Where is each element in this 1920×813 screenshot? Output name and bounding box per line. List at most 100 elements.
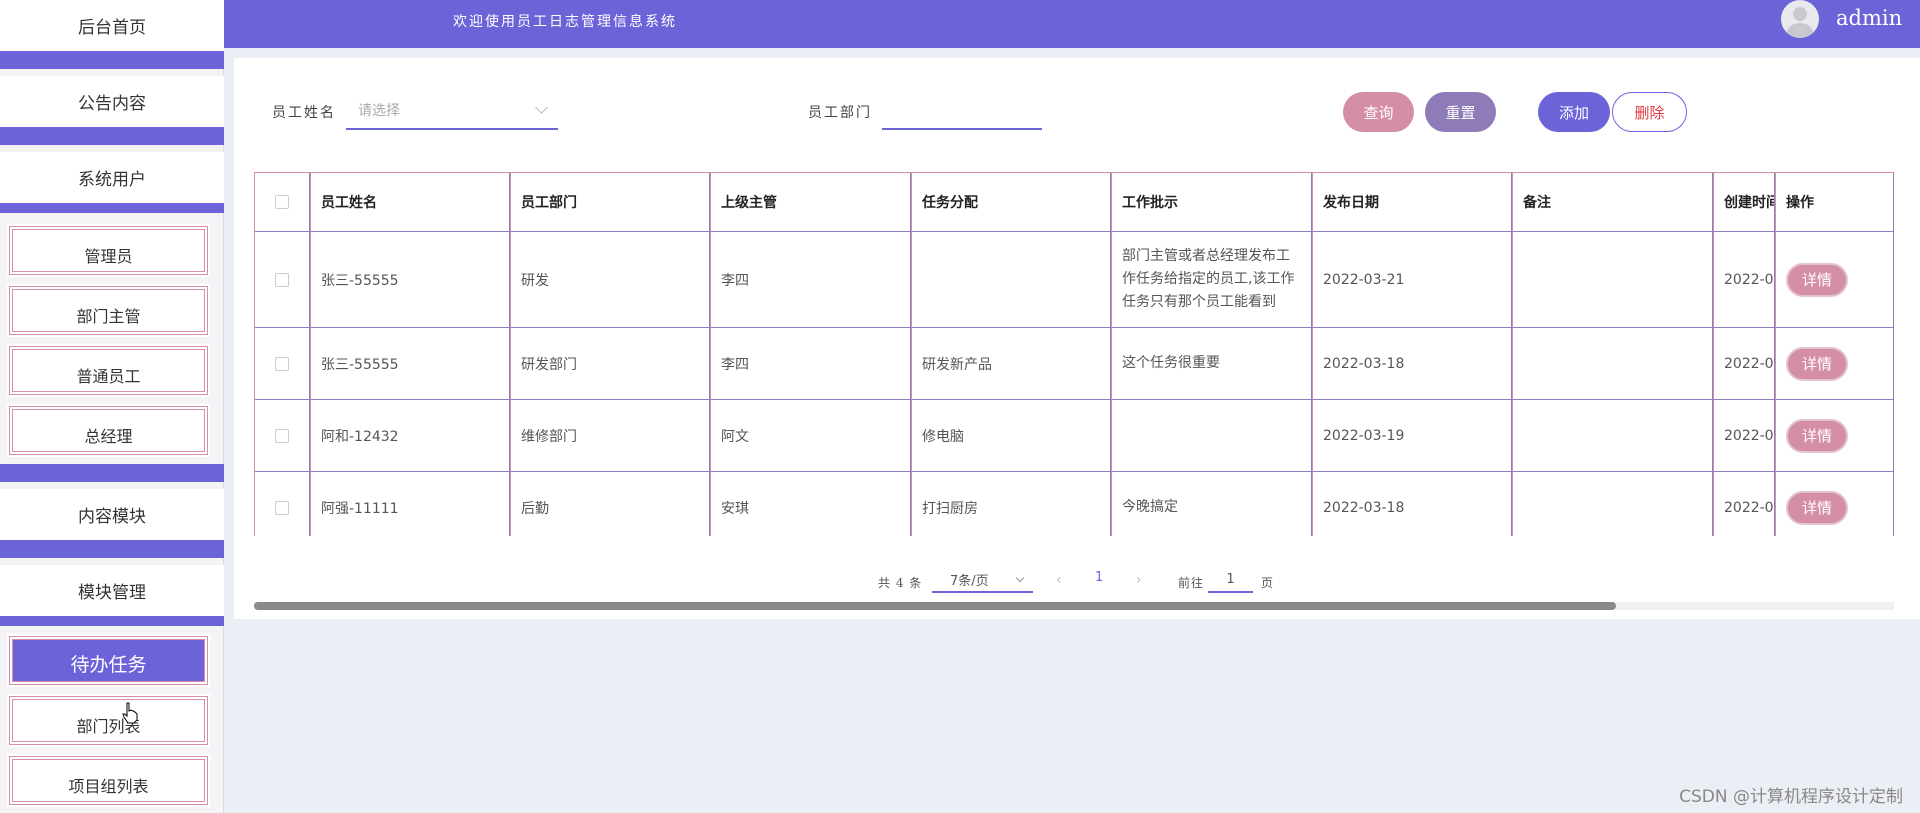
chevron-down-icon (535, 101, 548, 114)
cell-created-time: 2022-0 (1713, 328, 1775, 400)
watermark-text: CSDN @计算机程序设计定制 (1679, 787, 1903, 807)
column-header[interactable]: 员工部门 (510, 172, 710, 232)
select-all-checkbox[interactable] (275, 195, 289, 209)
sidebar-divider (0, 464, 224, 482)
cell-department: 研发部门 (510, 328, 710, 400)
cell-department: 维修部门 (510, 400, 710, 472)
main-panel: 员工姓名 请选择 员工部门 查询 重置 添加 删除 员工姓名 员工部门 上级主管… (234, 58, 1920, 619)
detail-button[interactable]: 详情 (1786, 346, 1848, 381)
cell-employee-name: 阿和-12432 (310, 400, 510, 472)
sidebar-divider (0, 616, 224, 626)
sidebar-subitem-admin[interactable]: 管理员 (7, 224, 210, 277)
sidebar-subitem-project-group-list[interactable]: 项目组列表 (7, 754, 210, 807)
employee-dept-label: 员工部门 (808, 105, 872, 121)
sidebar-subitem-employee[interactable]: 普通员工 (7, 344, 210, 397)
cell-supervisor: 李四 (710, 232, 911, 328)
page-number-current[interactable]: 1 (1095, 570, 1103, 585)
table-row: 阿强-11111 后勤 安琪 打扫厨房 今晚搞定 2022-03-18 2022… (254, 472, 1894, 536)
cell-instruction: 部门主管或者总经理发布工作任务给指定的员工,该工作任务只有那个员工能看到 (1111, 232, 1312, 328)
column-header: 操作 (1775, 172, 1894, 232)
cell-supervisor: 李四 (710, 328, 911, 400)
page-size-select[interactable]: 7条/页 (932, 567, 1033, 593)
user-name[interactable]: admin (1836, 6, 1902, 30)
employee-dept-input[interactable] (882, 92, 1042, 130)
sidebar-divider (0, 51, 224, 69)
cell-task: 打扫厨房 (911, 472, 1111, 536)
cell-employee-name: 阿强-11111 (310, 472, 510, 536)
sidebar-item-content-module[interactable]: 内容模块 (0, 489, 224, 540)
sidebar: 后台首页 公告内容 系统用户 管理员 部门主管 普通员工 总经理 内容模块 模块… (0, 0, 224, 813)
page-size-value: 7条/页 (950, 573, 989, 589)
detail-button[interactable]: 详情 (1786, 262, 1848, 297)
cell-publish-date: 2022-03-21 (1312, 232, 1512, 328)
cell-remark (1512, 328, 1713, 400)
reset-button[interactable]: 重置 (1425, 92, 1496, 132)
employee-name-label: 员工姓名 (272, 105, 336, 121)
select-placeholder: 请选择 (358, 103, 400, 119)
cell-created-time: 2022-0 (1713, 232, 1775, 328)
detail-button[interactable]: 详情 (1786, 490, 1848, 525)
column-header[interactable]: 任务分配 (911, 172, 1111, 232)
row-checkbox[interactable] (275, 272, 289, 287)
cell-remark (1512, 400, 1713, 472)
sidebar-item-module-manage[interactable]: 模块管理 (0, 565, 224, 616)
cell-department: 研发 (510, 232, 710, 328)
sidebar-subitem-general-manager[interactable]: 总经理 (7, 404, 210, 457)
goto-label: 前往 (1178, 576, 1205, 590)
delete-button[interactable]: 删除 (1612, 92, 1687, 132)
page-unit-label: 页 (1261, 576, 1275, 590)
top-header: 欢迎使用员工日志管理信息系统 admin (224, 0, 1920, 48)
horizontal-scrollbar-thumb[interactable] (254, 602, 1616, 610)
cell-created-time: 2022-0 (1713, 400, 1775, 472)
cell-supervisor: 安琪 (710, 472, 911, 536)
cell-instruction: 这个任务很重要 (1111, 328, 1312, 400)
detail-button[interactable]: 详情 (1786, 418, 1848, 453)
table-row: 张三-55555 研发 李四 部门主管或者总经理发布工作任务给指定的员工,该工作… (254, 232, 1894, 328)
sidebar-item-home[interactable]: 后台首页 (0, 0, 224, 51)
sidebar-subitem-dept-manager[interactable]: 部门主管 (7, 284, 210, 337)
select-all-cell (254, 172, 310, 232)
table-row: 张三-55555 研发部门 李四 研发新产品 这个任务很重要 2022-03-1… (254, 328, 1894, 400)
prev-page-icon[interactable]: ‹ (1056, 572, 1062, 588)
sidebar-item-notice[interactable]: 公告内容 (0, 76, 224, 127)
row-checkbox[interactable] (275, 428, 289, 443)
sidebar-divider (0, 203, 224, 213)
avatar[interactable] (1781, 0, 1819, 38)
sidebar-divider (0, 127, 224, 145)
cell-employee-name: 张三-55555 (310, 232, 510, 328)
task-table: 员工姓名 员工部门 上级主管 任务分配 工作批示 发布日期 备注 创建时间 操作… (254, 172, 1894, 536)
sidebar-subitem-todo-tasks[interactable]: 待办任务 (7, 634, 210, 687)
cell-instruction (1111, 400, 1312, 472)
row-checkbox[interactable] (275, 500, 289, 515)
column-header[interactable]: 创建时间 (1713, 172, 1775, 232)
next-page-icon[interactable]: › (1136, 572, 1142, 588)
table-header-row: 员工姓名 员工部门 上级主管 任务分配 工作批示 发布日期 备注 创建时间 操作 (254, 172, 1894, 232)
cell-employee-name: 张三-55555 (310, 328, 510, 400)
chevron-down-icon (1015, 573, 1025, 583)
row-checkbox[interactable] (275, 356, 289, 371)
pagination-total: 共 4 条 (878, 576, 923, 590)
table-row: 阿和-12432 维修部门 阿文 修电脑 2022-03-19 2022-0 详… (254, 400, 1894, 472)
goto-page-input[interactable] (1208, 567, 1253, 593)
welcome-title: 欢迎使用员工日志管理信息系统 (453, 14, 677, 30)
cell-supervisor: 阿文 (710, 400, 911, 472)
cell-publish-date: 2022-03-19 (1312, 400, 1512, 472)
column-header[interactable]: 上级主管 (710, 172, 911, 232)
sidebar-subitem-dept-list[interactable]: 部门列表 (7, 694, 210, 747)
sidebar-item-system-users[interactable]: 系统用户 (0, 152, 224, 203)
query-button[interactable]: 查询 (1343, 92, 1414, 132)
employee-name-select[interactable]: 请选择 (346, 92, 558, 130)
column-header[interactable]: 员工姓名 (310, 172, 510, 232)
cell-instruction: 今晚搞定 (1111, 472, 1312, 536)
cell-publish-date: 2022-03-18 (1312, 328, 1512, 400)
column-header[interactable]: 备注 (1512, 172, 1713, 232)
cell-remark (1512, 232, 1713, 328)
column-header[interactable]: 发布日期 (1312, 172, 1512, 232)
add-button[interactable]: 添加 (1538, 92, 1610, 132)
cell-department: 后勤 (510, 472, 710, 536)
cell-publish-date: 2022-03-18 (1312, 472, 1512, 536)
hand-cursor-icon (122, 702, 138, 724)
column-header[interactable]: 工作批示 (1111, 172, 1312, 232)
cell-task (911, 232, 1111, 328)
sidebar-divider (0, 540, 224, 558)
